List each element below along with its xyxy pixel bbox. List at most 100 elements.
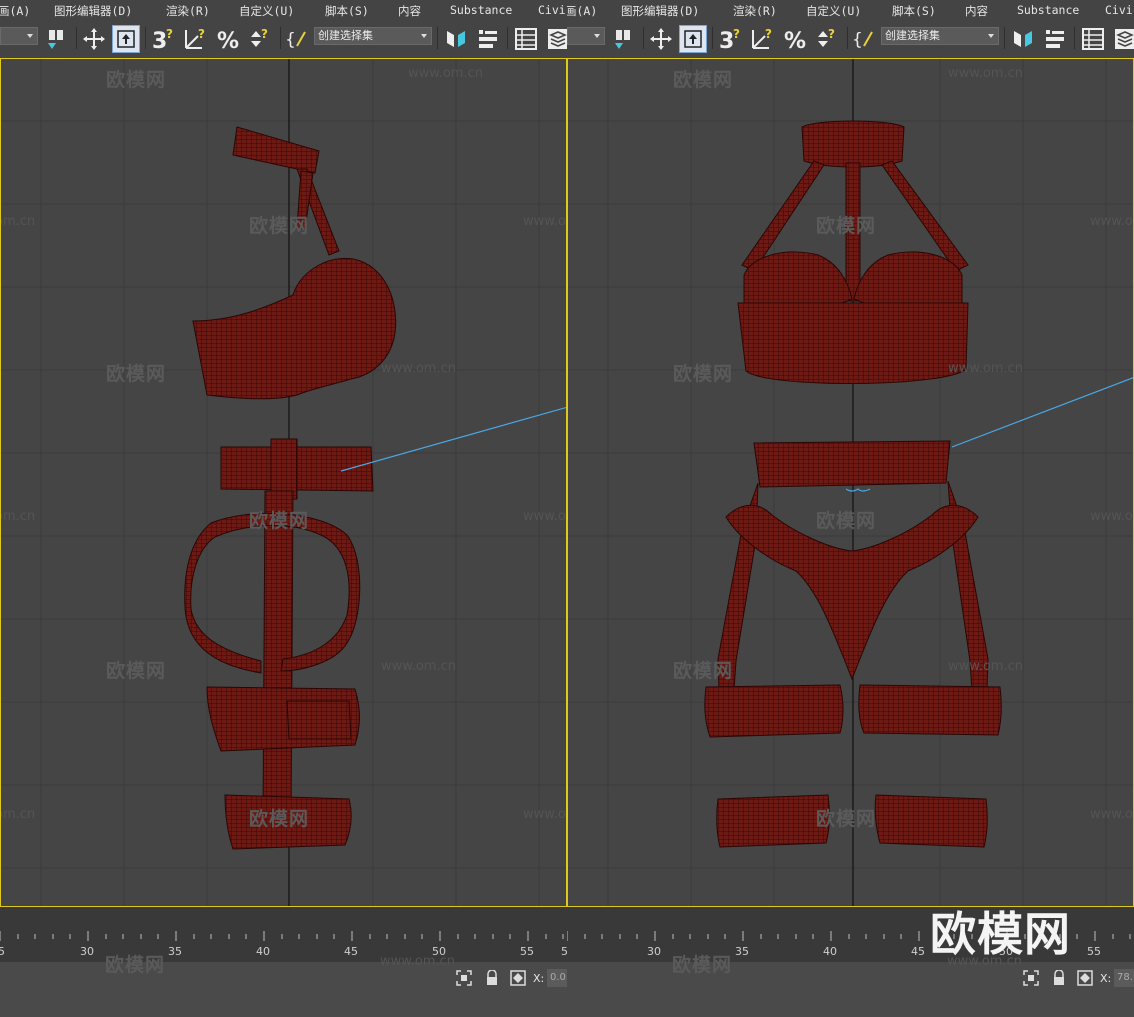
ruler-label: 55 bbox=[520, 945, 534, 958]
mirror-icon[interactable] bbox=[442, 25, 470, 53]
percent-snap-icon[interactable]: % bbox=[214, 25, 244, 53]
layer-explorer-icon[interactable] bbox=[512, 25, 540, 53]
watermark-url: www.om.cn bbox=[1090, 509, 1133, 524]
filter-dropdown[interactable] bbox=[567, 27, 605, 45]
menu-item-rendering[interactable]: 渲染(R) bbox=[733, 3, 777, 19]
absolute-mode-icon[interactable] bbox=[1077, 970, 1093, 986]
ruler-label: 30 bbox=[80, 945, 94, 958]
percent-snap-icon[interactable]: % bbox=[781, 25, 811, 53]
spinner-snap-icon[interactable]: ? bbox=[246, 25, 276, 53]
svg-text:{: { bbox=[852, 30, 863, 50]
named-selection-dropdown[interactable]: 创建选择集 bbox=[314, 27, 432, 45]
ruler-label: 55 bbox=[1087, 945, 1101, 958]
menu-item-rendering[interactable]: 渲染(R) bbox=[166, 3, 210, 19]
coord-x-field[interactable]: 78. bbox=[1114, 969, 1134, 987]
menu-item-graph-editors[interactable]: 图形编辑器(D) bbox=[621, 3, 699, 19]
move-icon[interactable] bbox=[80, 25, 108, 53]
menu-bar: 画(A) 图形编辑器(D) 渲染(R) 自定义(U) 脚本(S) 内容 Subs… bbox=[0, 0, 567, 20]
menu-item-animation[interactable]: 画(A) bbox=[567, 3, 597, 19]
spinner-snap-icon[interactable]: ? bbox=[813, 25, 843, 53]
select-link-icon[interactable] bbox=[609, 25, 637, 53]
menu-item-customize[interactable]: 自定义(U) bbox=[239, 3, 294, 19]
ruler-label: 40 bbox=[823, 945, 837, 958]
menu-item-customize[interactable]: 自定义(U) bbox=[806, 3, 861, 19]
ruler-label: 45 bbox=[344, 945, 358, 958]
watermark-url: www.om.cn bbox=[948, 659, 1023, 674]
left-window: 画(A) 图形编辑器(D) 渲染(R) 自定义(U) 脚本(S) 内容 Subs… bbox=[0, 0, 567, 1017]
ruler-label: 35 bbox=[735, 945, 749, 958]
svg-text:?: ? bbox=[828, 27, 835, 41]
isolate-selection-icon[interactable] bbox=[1023, 970, 1039, 986]
scene-explorer-icon[interactable] bbox=[1111, 25, 1134, 53]
watermark-brand: 欧模网 bbox=[816, 510, 877, 532]
lock-selection-icon[interactable] bbox=[1051, 969, 1067, 986]
viewport-right-canvas[interactable] bbox=[568, 59, 1134, 907]
svg-text:%: % bbox=[784, 29, 806, 52]
coord-x-field[interactable]: 0.0 bbox=[547, 969, 567, 987]
snap-3d-icon[interactable]: 3? bbox=[150, 25, 180, 53]
filter-dropdown[interactable] bbox=[0, 27, 38, 45]
watermark-url: www.om.cn bbox=[1090, 807, 1133, 822]
align-icon[interactable] bbox=[1041, 25, 1069, 53]
watermark-brand: 欧模网 bbox=[673, 69, 734, 91]
watermark-url: www.om.cn bbox=[523, 807, 566, 822]
right-window: 画(A) 图形编辑器(D) 渲染(R) 自定义(U) 脚本(S) 内容 Subs… bbox=[567, 0, 1134, 1017]
watermark-brand: 欧模网 bbox=[105, 954, 166, 976]
watermark-url: www.om.cn bbox=[1090, 214, 1133, 229]
watermark-url: www.om.cn bbox=[381, 659, 456, 674]
select-object-icon[interactable] bbox=[679, 25, 707, 53]
menu-item-civil[interactable]: Civi bbox=[1105, 3, 1133, 17]
edit-named-selection-icon[interactable]: { bbox=[284, 25, 312, 53]
layer-explorer-icon[interactable] bbox=[1079, 25, 1107, 53]
menu-item-content[interactable]: 内容 bbox=[965, 3, 988, 19]
selection-link-line bbox=[340, 406, 566, 472]
menu-item-substance[interactable]: Substance bbox=[450, 3, 512, 17]
coord-x-label: X: bbox=[1100, 972, 1112, 985]
watermark-brand: 欧模网 bbox=[673, 363, 734, 385]
menu-item-substance[interactable]: Substance bbox=[1017, 3, 1079, 17]
ruler-label: 40 bbox=[256, 945, 270, 958]
watermark-url: www.om.cn bbox=[408, 66, 483, 81]
named-selection-dropdown[interactable]: 创建选择集 bbox=[881, 27, 999, 45]
angle-snap-icon[interactable]: ? bbox=[749, 25, 779, 53]
scene-explorer-icon[interactable] bbox=[544, 25, 567, 53]
menu-item-graph-editors[interactable]: 图形编辑器(D) bbox=[54, 3, 132, 19]
move-icon[interactable] bbox=[647, 25, 675, 53]
menu-item-scripting[interactable]: 脚本(S) bbox=[325, 3, 369, 19]
angle-snap-icon[interactable]: ? bbox=[182, 25, 212, 53]
watermark-url: www.om.cn bbox=[948, 66, 1023, 81]
watermark-brand: 欧模网 bbox=[106, 660, 167, 682]
menu-item-civil[interactable]: Civi bbox=[538, 3, 566, 17]
svg-text:?: ? bbox=[198, 27, 205, 41]
svg-text:{: { bbox=[285, 30, 296, 50]
ruler-label: 30 bbox=[647, 945, 661, 958]
edit-named-selection-icon[interactable]: { bbox=[851, 25, 879, 53]
watermark-logo: 欧模网 bbox=[930, 907, 1071, 961]
watermark-url: om.cn bbox=[1, 214, 36, 229]
menu-item-content[interactable]: 内容 bbox=[398, 3, 421, 19]
watermark-url: www.om.cn bbox=[380, 954, 455, 969]
watermark-url: www.om.cn bbox=[381, 361, 456, 376]
menu-item-scripting[interactable]: 脚本(S) bbox=[892, 3, 936, 19]
select-object-icon[interactable] bbox=[112, 25, 140, 53]
align-icon[interactable] bbox=[474, 25, 502, 53]
snap-3d-icon[interactable]: 3? bbox=[717, 25, 747, 53]
ruler-label: 35 bbox=[168, 945, 182, 958]
time-slider-ruler[interactable]: 5 30 35 40 45 50 55 5 bbox=[0, 907, 567, 962]
viewport-left[interactable]: 欧模网 www.om.cn om.cn 欧模网 www.om.cn 欧模网 ww… bbox=[0, 58, 567, 907]
svg-text:?: ? bbox=[166, 27, 173, 41]
absolute-mode-icon[interactable] bbox=[510, 970, 526, 986]
select-link-icon[interactable] bbox=[42, 25, 70, 53]
watermark-brand: 欧模网 bbox=[816, 215, 877, 237]
main-toolbar: 3? ? % ? { 创建选择集 bbox=[567, 20, 1134, 58]
watermark-url: www.om.cn bbox=[523, 214, 566, 229]
lock-selection-icon[interactable] bbox=[484, 969, 500, 986]
menu-item-animation[interactable]: 画(A) bbox=[0, 3, 30, 19]
viewport-right[interactable]: 欧模网 www.om.cn 欧模网 www.om.cn 欧模网 www.om.c… bbox=[567, 58, 1134, 907]
main-toolbar: 3? ? % ? { 创建选择集 bbox=[0, 20, 567, 58]
status-bar: 欧模网 www.om.cn X: 0.0 bbox=[0, 954, 567, 1017]
viewport-left-canvas[interactable] bbox=[1, 59, 567, 907]
mirror-icon[interactable] bbox=[1009, 25, 1037, 53]
isolate-selection-icon[interactable] bbox=[456, 970, 472, 986]
watermark-brand: 欧模网 bbox=[816, 808, 877, 830]
